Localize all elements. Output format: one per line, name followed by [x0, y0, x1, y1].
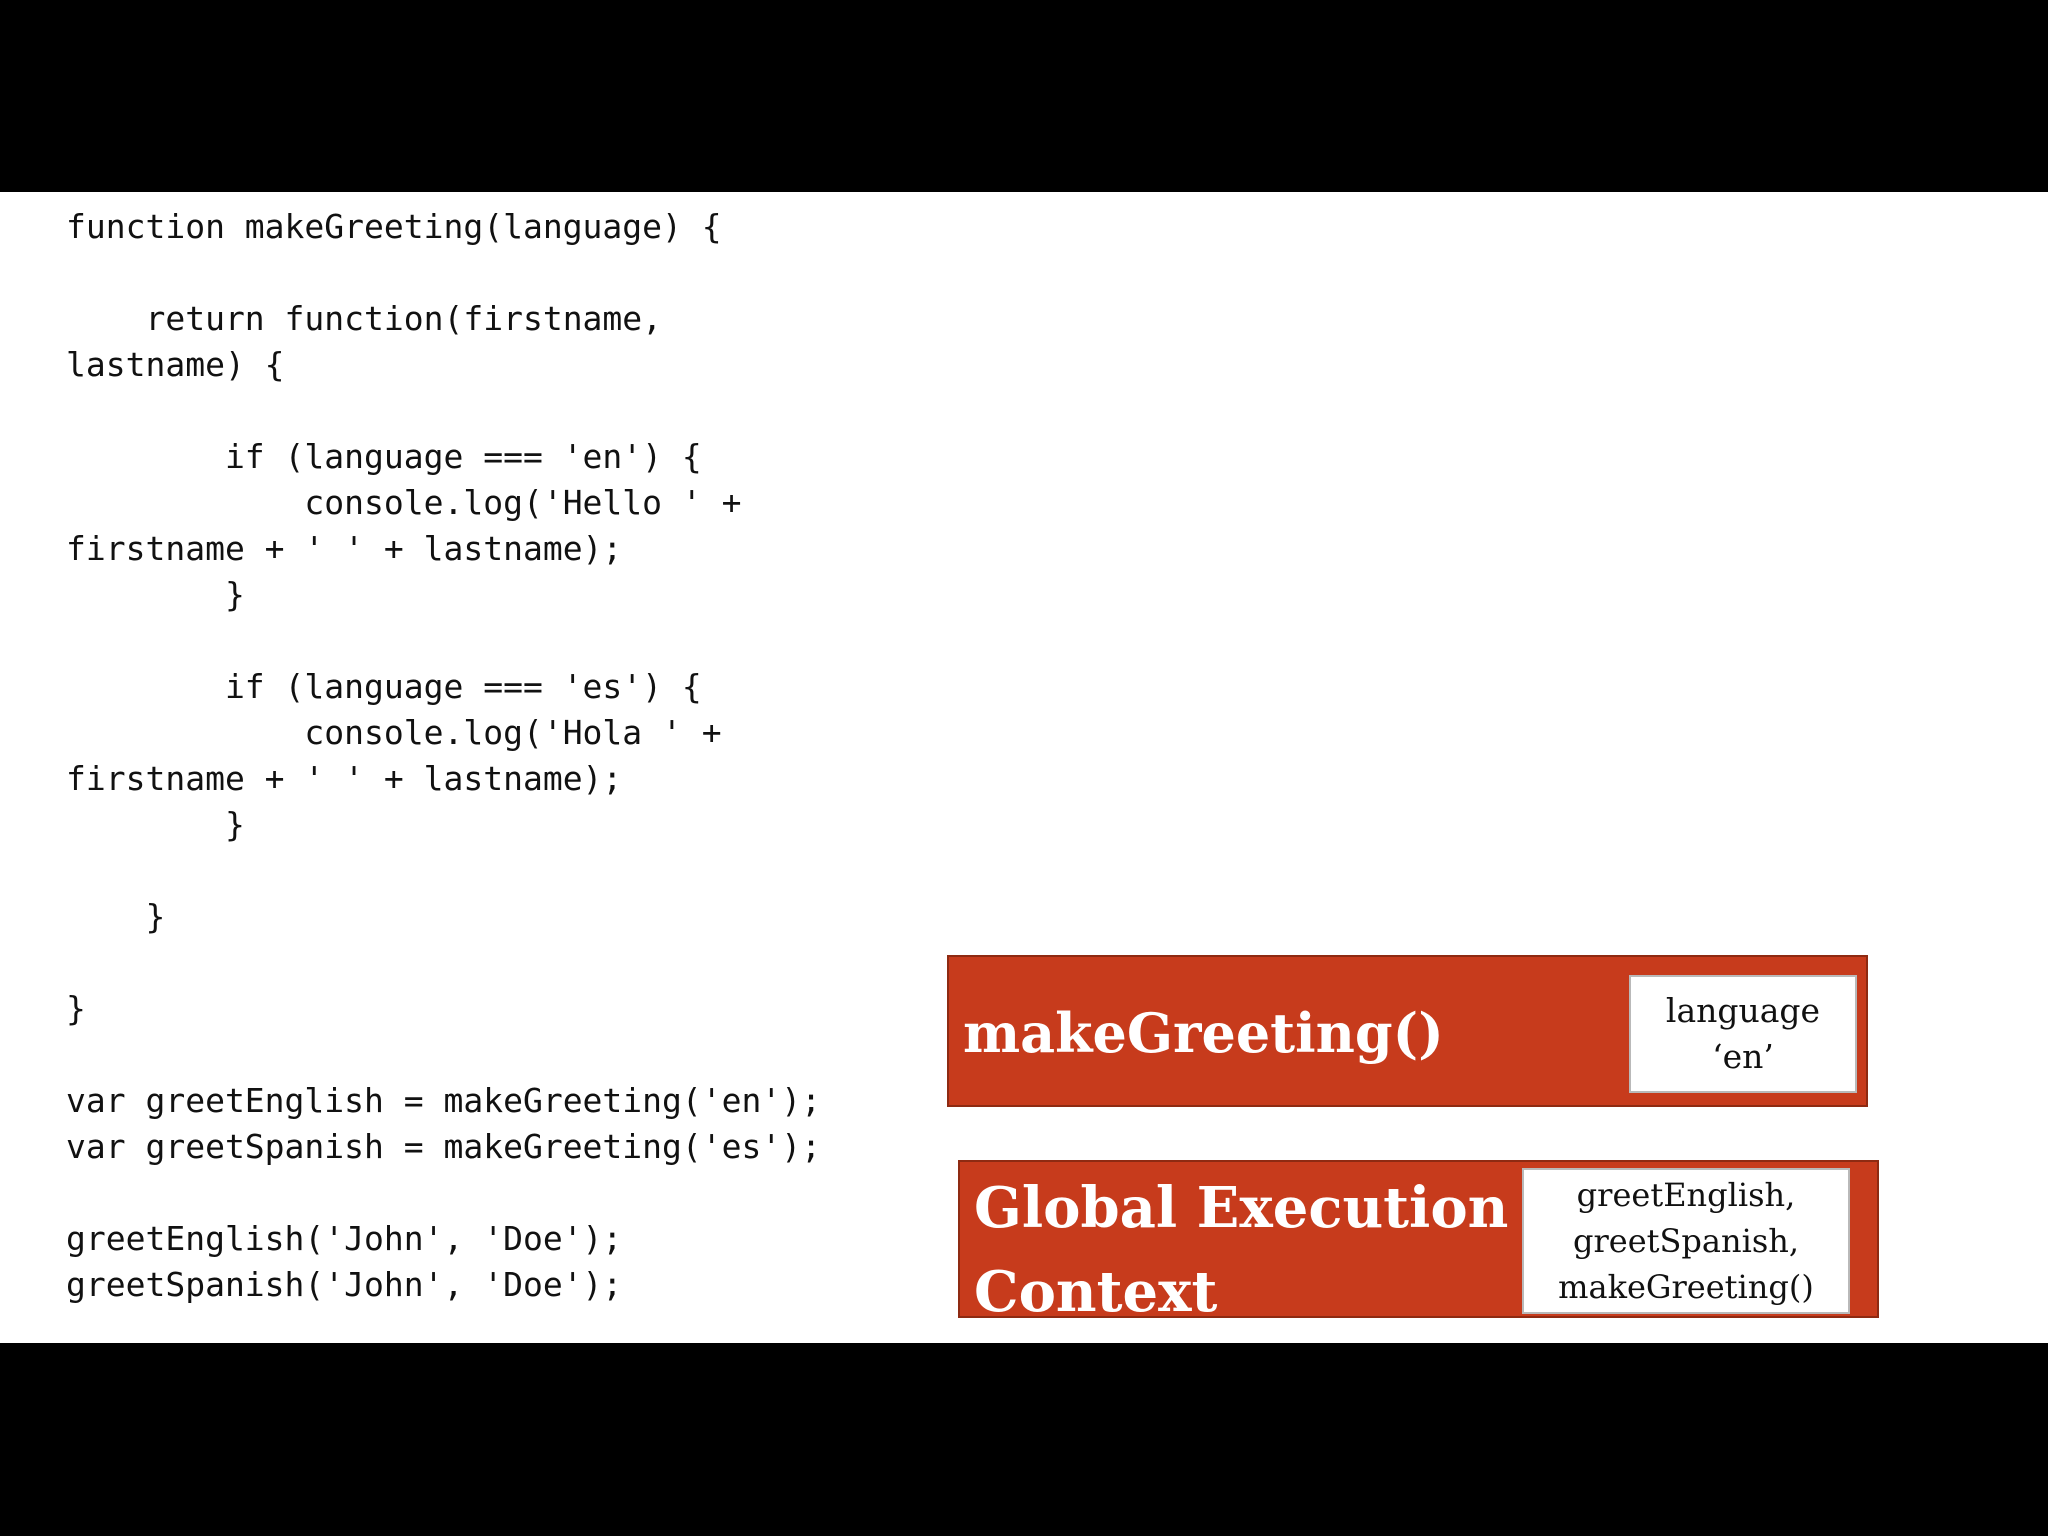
make-greeting-context-title: makeGreeting()	[963, 1001, 1444, 1065]
make-greeting-execution-context: makeGreeting() language ‘en’	[947, 955, 1868, 1107]
global-context-title-line: Global Execution	[974, 1175, 1509, 1241]
code-line: firstname + ' ' + lastname);	[66, 529, 623, 568]
code-line: console.log('Hello ' +	[66, 483, 742, 522]
global-context-title-line: Context	[974, 1259, 1218, 1325]
variable-entry: ‘en’	[1712, 1037, 1774, 1076]
global-execution-context: Global Execution Context greetEnglish, g…	[958, 1160, 1879, 1325]
global-context-title: Global Execution Context	[974, 1166, 1508, 1334]
code-line: greetSpanish('John', 'Doe');	[66, 1265, 623, 1304]
code-line: function makeGreeting(language) {	[66, 207, 722, 246]
letterbox-top	[0, 0, 2048, 192]
make-greeting-variable-environment: language ‘en’	[1629, 975, 1857, 1093]
code-line: if (language === 'es') {	[66, 667, 702, 706]
code-line: lastname) {	[66, 345, 285, 384]
code-line: firstname + ' ' + lastname);	[66, 759, 623, 798]
variable-entry: makeGreeting()	[1558, 1268, 1814, 1306]
variable-entry: greetEnglish,	[1576, 1176, 1796, 1214]
code-line: console.log('Hola ' +	[66, 713, 722, 752]
variable-entry: language	[1665, 991, 1821, 1030]
code-line: }	[66, 989, 86, 1028]
code-line: greetEnglish('John', 'Doe');	[66, 1219, 623, 1258]
letterbox-bottom	[0, 1343, 2048, 1536]
code-line: }	[66, 897, 166, 936]
code-block: function makeGreeting(language) { return…	[66, 204, 821, 1308]
code-line: if (language === 'en') {	[66, 437, 702, 476]
code-line: var greetSpanish = makeGreeting('es');	[66, 1127, 821, 1166]
slide: function makeGreeting(language) { return…	[0, 192, 2048, 1343]
code-line: var greetEnglish = makeGreeting('en');	[66, 1081, 821, 1120]
code-line: return function(firstname,	[66, 299, 663, 338]
global-variable-environment: greetEnglish, greetSpanish, makeGreeting…	[1522, 1168, 1850, 1314]
variable-entry: greetSpanish,	[1572, 1222, 1800, 1260]
code-line: }	[66, 575, 245, 614]
code-line: }	[66, 805, 245, 844]
